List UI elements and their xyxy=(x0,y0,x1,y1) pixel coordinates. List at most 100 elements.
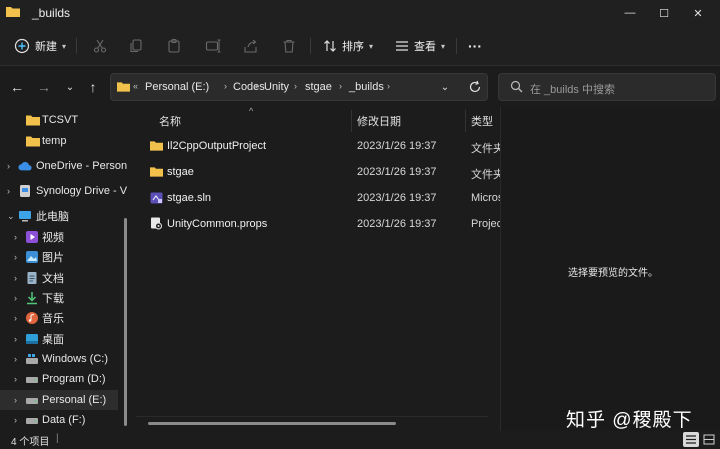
maximize-button[interactable]: ☐ xyxy=(648,0,680,26)
close-button[interactable]: ✕ xyxy=(682,0,714,26)
chevron-right-icon[interactable]: › xyxy=(339,81,342,91)
chevron-right-icon[interactable]: › xyxy=(14,232,17,242)
breadcrumb-codes[interactable]: Codes xyxy=(233,81,265,93)
breadcrumb-builds[interactable]: _builds xyxy=(349,81,384,93)
sidebar-item-synology[interactable]: › Synology Drive - V xyxy=(0,181,132,201)
status-bar xyxy=(0,431,720,449)
sidebar-item-documents[interactable]: › 文档 xyxy=(0,268,132,288)
details-view-icon xyxy=(686,435,696,444)
chevron-right-icon[interactable]: › xyxy=(294,81,297,91)
breadcrumb-personal[interactable]: Personal (E:) xyxy=(145,81,209,93)
sidebar-item-this-pc[interactable]: ⌄ 此电脑 xyxy=(0,206,132,226)
sidebar-item-onedrive[interactable]: › OneDrive - Person xyxy=(0,156,132,176)
chevron-down-icon[interactable]: ⌄ xyxy=(7,211,15,222)
chevron-right-icon[interactable]: › xyxy=(255,81,258,91)
rename-button[interactable] xyxy=(204,37,222,55)
folder-icon xyxy=(150,167,163,177)
computer-icon xyxy=(19,211,31,222)
breadcrumb-unity[interactable]: Unity xyxy=(264,81,289,93)
sidebar-item-music[interactable]: › 音乐 xyxy=(0,308,132,328)
sidebar-item-label: Synology Drive - V xyxy=(36,185,128,197)
file-name[interactable]: Il2CppOutputProject xyxy=(167,140,266,152)
horizontal-scrollbar[interactable] xyxy=(148,422,396,425)
arrow-left-icon: ← xyxy=(10,79,24,95)
sidebar-item-pictures[interactable]: › 图片 xyxy=(0,247,132,267)
delete-button[interactable] xyxy=(280,37,298,55)
address-history-button[interactable]: ⌄ xyxy=(436,78,454,96)
divider xyxy=(456,38,457,54)
back-button[interactable]: ← xyxy=(8,78,26,96)
close-icon: ✕ xyxy=(693,7,703,20)
paste-button[interactable] xyxy=(165,37,183,55)
music-icon xyxy=(26,312,38,324)
sort-button[interactable]: 排序 ▾ xyxy=(323,34,373,58)
chevron-right-icon[interactable]: › xyxy=(224,81,227,91)
up-button[interactable]: ↑ xyxy=(84,78,102,96)
sidebar-item-label: Personal (E:) xyxy=(42,394,107,406)
sidebar-item-drive-e[interactable]: › Personal (E:) xyxy=(0,390,118,410)
column-header-date[interactable]: 修改日期 xyxy=(357,113,401,129)
file-name[interactable]: UnityCommon.props xyxy=(167,218,267,230)
view-button[interactable]: 查看 ▾ xyxy=(395,34,445,58)
sidebar-item-temp[interactable]: temp xyxy=(0,131,132,151)
cut-button[interactable] xyxy=(91,37,109,55)
details-view-button[interactable] xyxy=(683,432,699,447)
chevron-right-icon[interactable]: › xyxy=(14,354,17,364)
sidebar-item-downloads[interactable]: › 下载 xyxy=(0,288,132,308)
title-bar xyxy=(0,0,720,26)
sidebar-item-videos[interactable]: › 视频 xyxy=(0,227,132,247)
chevron-right-icon[interactable]: › xyxy=(14,334,17,344)
forward-button[interactable]: → xyxy=(35,78,53,96)
new-button[interactable]: 新建 ▾ xyxy=(14,34,66,58)
sidebar-item-label: 文档 xyxy=(42,273,64,285)
drive-icon xyxy=(26,418,38,424)
props-file-icon xyxy=(151,217,162,230)
chevron-right-icon[interactable]: › xyxy=(7,186,10,196)
column-header-type[interactable]: 类型 xyxy=(471,113,493,129)
recent-locations-button[interactable]: ⌄ xyxy=(61,78,79,96)
copy-button[interactable] xyxy=(127,37,145,55)
more-options-button[interactable]: ··· xyxy=(468,34,482,58)
arrow-up-icon: ↑ xyxy=(89,79,97,95)
sidebar-item-label: Windows (C:) xyxy=(42,353,109,365)
drive-icon xyxy=(26,398,38,404)
sidebar-item-drive-c[interactable]: › Windows (C:) xyxy=(0,349,132,369)
minimize-button[interactable]: — xyxy=(614,0,646,26)
refresh-icon xyxy=(469,80,481,93)
chevron-right-icon[interactable]: › xyxy=(14,252,17,262)
breadcrumb-stgae[interactable]: stgae xyxy=(305,81,332,93)
file-name[interactable]: stgae.sln xyxy=(167,192,211,204)
chevron-right-icon[interactable]: › xyxy=(7,161,10,171)
overflow-icon[interactable]: « xyxy=(133,81,138,91)
chevron-right-icon[interactable]: › xyxy=(14,313,17,323)
sync-drive-icon xyxy=(20,185,30,197)
search-input[interactable]: 在 _builds 中搜索 xyxy=(530,81,615,97)
drive-icon xyxy=(26,377,38,383)
refresh-button[interactable] xyxy=(466,78,484,96)
sidebar-item-desktop[interactable]: › 桌面 xyxy=(0,329,132,349)
file-date: 2023/1/26 19:37 xyxy=(357,166,437,178)
file-name[interactable]: stgae xyxy=(167,166,194,178)
share-button[interactable] xyxy=(242,37,260,55)
chevron-right-icon[interactable]: › xyxy=(14,273,17,283)
chevron-right-icon[interactable]: › xyxy=(14,415,17,425)
trash-icon xyxy=(283,39,295,53)
sidebar-item-drive-d[interactable]: › Program (D:) xyxy=(0,369,132,389)
column-divider[interactable] xyxy=(465,110,466,132)
chevron-right-icon[interactable]: › xyxy=(387,81,390,91)
file-date: 2023/1/26 19:37 xyxy=(357,140,437,152)
chevron-right-icon[interactable]: › xyxy=(14,293,17,303)
chevron-right-icon[interactable]: › xyxy=(14,374,17,384)
chevron-right-icon[interactable]: › xyxy=(14,395,17,405)
file-date: 2023/1/26 19:37 xyxy=(357,218,437,230)
sidebar-item-drive-f[interactable]: › Data (F:) xyxy=(0,410,132,430)
column-divider[interactable] xyxy=(351,110,352,132)
file-type: Microsoft xyxy=(471,192,501,204)
column-header-name[interactable]: 名称 xyxy=(159,113,181,129)
sidebar-scrollbar[interactable] xyxy=(124,218,127,426)
sidebar-item-tcsvt[interactable]: TCSVT xyxy=(0,110,132,130)
file-type: 文件夹 xyxy=(471,143,501,155)
plus-circle-icon xyxy=(14,38,30,54)
chevron-down-icon: ▾ xyxy=(441,41,446,51)
tiles-view-button[interactable] xyxy=(701,432,717,447)
